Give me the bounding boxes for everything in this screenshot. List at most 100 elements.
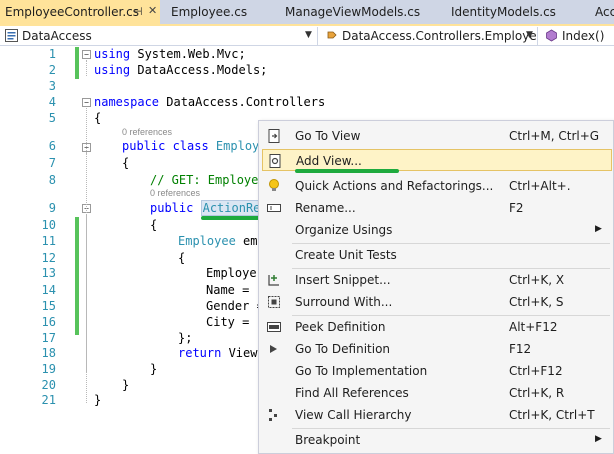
code-line: } xyxy=(122,378,130,392)
line-number: 19 xyxy=(41,362,56,376)
code-text: DataAccess.Controllers xyxy=(159,95,326,109)
tab-label: EmployeeController.cs xyxy=(5,5,140,19)
submenu-arrow-icon: ▶ xyxy=(595,224,602,234)
code-line: using DataAccess.Models; xyxy=(94,63,267,77)
peek-definition-icon xyxy=(267,322,281,332)
menu-item-insert-snippet[interactable]: Insert Snippet... Ctrl+K, X xyxy=(262,269,612,291)
keyword: public class xyxy=(122,139,209,153)
code-text: DataAccess.Models; xyxy=(130,63,268,77)
menu-item-create-unit-tests[interactable]: Create Unit Tests xyxy=(262,244,612,266)
menu-item-shortcut: Ctrl+K, R xyxy=(509,386,565,400)
line-number: 4 xyxy=(48,95,56,109)
tab-manage-view-models[interactable]: ManageViewModels.cs xyxy=(280,2,440,24)
menu-item-rename[interactable]: Rename... F2 xyxy=(262,197,612,219)
add-view-icon xyxy=(269,154,281,168)
line-number: 15 xyxy=(41,299,56,313)
menu-item-label: Rename... xyxy=(295,201,356,215)
close-icon[interactable]: ✕ xyxy=(148,4,157,17)
line-number: 12 xyxy=(41,251,56,265)
menu-item-view-call-hierarchy[interactable]: View Call Hierarchy Ctrl+K, Ctrl+T xyxy=(262,404,612,426)
outline-guide xyxy=(86,60,87,76)
code-line: Employe xyxy=(206,266,257,280)
type-selector[interactable]: DataAccess.Controllers.EmployeeC ▼ xyxy=(320,27,538,45)
line-number: 11 xyxy=(41,234,56,248)
member-selector-label: Index() xyxy=(562,29,605,43)
line-number: 5 xyxy=(48,111,56,125)
line-number: 8 xyxy=(48,173,56,187)
insert-snippet-icon xyxy=(268,275,279,286)
tab-employee[interactable]: Employee.cs xyxy=(166,2,276,24)
menu-item-shortcut: Ctrl+Alt+. xyxy=(509,179,571,193)
member-selector[interactable]: Index() xyxy=(540,27,614,45)
change-indicator-bar xyxy=(75,47,79,79)
menu-item-add-view[interactable]: Add View... xyxy=(262,149,612,171)
code-line: public ActionRes xyxy=(150,200,270,216)
keyword: using xyxy=(94,63,131,77)
line-number: 7 xyxy=(48,156,56,170)
code-line: using System.Web.Mvc; xyxy=(94,47,246,61)
menu-item-shortcut: Ctrl+K, X xyxy=(509,273,565,287)
menu-item-label: Surround With... xyxy=(295,295,393,309)
chevron-down-icon: ▼ xyxy=(305,30,312,40)
call-hierarchy-icon xyxy=(269,409,277,421)
code-line: return View( xyxy=(178,346,265,360)
type-selector-label: DataAccess.Controllers.EmployeeC xyxy=(342,29,538,43)
code-line: Gender = xyxy=(206,299,264,313)
menu-item-surround-with[interactable]: Surround With... Ctrl+K, S xyxy=(262,291,612,313)
tab-label: Acc xyxy=(595,5,614,19)
code-line: { xyxy=(122,156,130,170)
menu-item-go-to-definition[interactable]: Go To Definition F12 xyxy=(262,338,612,360)
lightbulb-icon xyxy=(269,179,279,191)
menu-item-peek-definition[interactable]: Peek Definition Alt+F12 xyxy=(262,316,612,338)
surround-with-icon xyxy=(268,296,280,308)
tab-acc[interactable]: Acc xyxy=(590,2,614,24)
code-line: } xyxy=(94,393,102,407)
collapse-region-icon[interactable]: − xyxy=(82,50,91,59)
class-icon xyxy=(327,31,337,39)
menu-item-quick-actions[interactable]: Quick Actions and Refactorings... Ctrl+A… xyxy=(262,175,612,197)
menu-item-label: Peek Definition xyxy=(295,320,386,334)
menu-item-find-all-references[interactable]: Find All References Ctrl+K, R xyxy=(262,382,612,404)
chevron-down-icon: ▼ xyxy=(526,30,533,40)
menu-item-label: Breakpoint xyxy=(295,433,361,447)
codelens-references[interactable]: 0 references xyxy=(122,127,172,137)
tab-employee-controller[interactable]: EmployeeController.cs ⊣ ✕ xyxy=(0,0,160,24)
menu-item-shortcut: Ctrl+M, Ctrl+G xyxy=(509,129,600,143)
keyword: public xyxy=(150,201,194,215)
csharp-project-icon xyxy=(5,29,18,42)
collapse-region-icon[interactable]: − xyxy=(82,98,91,107)
menu-item-shortcut: F2 xyxy=(509,201,524,215)
annotation-underline xyxy=(295,169,399,173)
line-number: 20 xyxy=(41,378,56,392)
menu-item-shortcut: Ctrl+K, S xyxy=(509,295,564,309)
menu-item-go-to-implementation[interactable]: Go To Implementation Ctrl+F12 xyxy=(262,360,612,382)
code-line: { xyxy=(150,218,158,232)
menu-item-breakpoint[interactable]: Breakpoint ▶ xyxy=(262,429,612,451)
line-number: 2 xyxy=(48,63,56,77)
code-line: Name = ' xyxy=(206,283,264,297)
navigation-bar: DataAccess ▼ DataAccess.Controllers.Empl… xyxy=(0,26,614,46)
menu-item-shortcut: Ctrl+K, Ctrl+T xyxy=(509,408,595,422)
menu-item-shortcut: Alt+F12 xyxy=(509,320,558,334)
context-menu: Go To View Ctrl+M, Ctrl+G Add View... Qu… xyxy=(258,120,614,454)
menu-item-organize-usings[interactable]: Organize Usings ▶ xyxy=(262,219,612,241)
code-line: } xyxy=(150,362,158,376)
code-line: { xyxy=(94,111,102,125)
menu-item-label: Go To View xyxy=(295,129,361,143)
tab-identity-models[interactable]: IdentityModels.cs xyxy=(446,2,586,24)
pin-icon[interactable]: ⊣ xyxy=(133,5,143,18)
project-selector-label: DataAccess xyxy=(22,29,92,43)
code-line: namespace DataAccess.Controllers xyxy=(94,95,325,109)
menu-item-label: Organize Usings xyxy=(295,223,393,237)
menu-item-label: Go To Implementation xyxy=(295,364,428,378)
menu-item-label: Create Unit Tests xyxy=(295,248,397,262)
code-line: City = ' xyxy=(206,315,264,329)
project-selector[interactable]: DataAccess ▼ xyxy=(0,27,318,45)
annotation-underline xyxy=(201,216,263,220)
menu-item-go-to-view[interactable]: Go To View Ctrl+M, Ctrl+G xyxy=(262,125,612,147)
tab-label: Employee.cs xyxy=(171,5,248,19)
tab-label: IdentityModels.cs xyxy=(451,5,556,19)
codelens-references[interactable]: 0 references xyxy=(150,188,200,198)
menu-item-label: Go To Definition xyxy=(295,342,391,356)
method-icon xyxy=(546,29,557,42)
